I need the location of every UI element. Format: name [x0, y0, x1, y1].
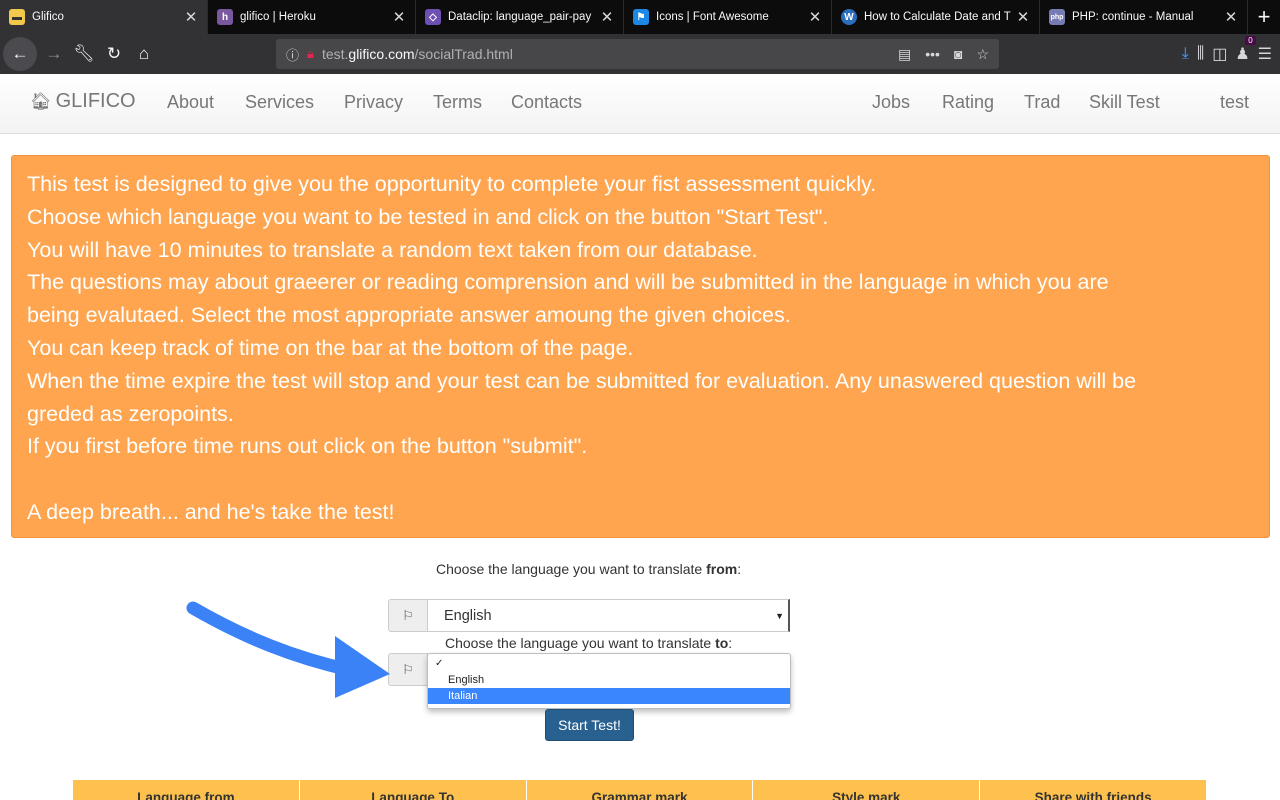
browser-tab-strip: ▬ Glifico ✕ h glifico | Heroku ✕ ◇ Datac…	[0, 0, 1280, 34]
back-arrow-icon[interactable]: ←	[3, 37, 37, 71]
close-tab-icon[interactable]: ✕	[1223, 8, 1239, 26]
from-language-label: Choose the language you want to translat…	[436, 561, 742, 577]
url-prefix: test.	[321, 46, 349, 62]
tab-title: Glifico	[32, 11, 64, 23]
table-header-cell: Style mark	[753, 780, 981, 800]
close-tab-icon[interactable]: ✕	[807, 8, 823, 26]
home-icon: 🏠︎	[30, 91, 52, 111]
home-icon[interactable]: ⌂	[129, 39, 159, 69]
url-host: glifico.com	[348, 46, 415, 62]
to-language-dropdown-list[interactable]: ✓ English Italian	[427, 653, 791, 709]
instruction-line: being evalutaed. Select the most appropr…	[27, 303, 791, 328]
browser-toolbar: ← → 🔧︎ ↻ ⌂ ⓘ 🔒︎ test. glifico.com/socialT…	[0, 34, 1280, 74]
extension-icon[interactable]: ♟ 0	[1235, 36, 1256, 64]
insecure-lock-icon[interactable]: 🔒︎	[307, 46, 314, 62]
nav-user-test[interactable]: test	[1220, 92, 1249, 113]
dropdown-option-empty[interactable]: ✓	[428, 654, 790, 672]
nav-services[interactable]: Services	[245, 92, 314, 113]
table-header-cell: Language from	[73, 780, 300, 800]
brand-name: GLIFICO	[55, 90, 136, 112]
start-test-button[interactable]: Start Test!	[545, 709, 634, 741]
dataclip-favicon-icon: ◇	[425, 9, 441, 25]
results-table-header: Language from Language To Grammar mark S…	[73, 780, 1206, 800]
nav-trad[interactable]: Trad	[1024, 92, 1060, 113]
nav-about[interactable]: About	[167, 92, 214, 113]
bookmark-star-icon[interactable]: ☆	[976, 46, 989, 63]
instruction-line: greded as zeropoints.	[27, 401, 234, 426]
checkmark-icon: ✓	[435, 658, 444, 669]
notification-count: 0	[1245, 36, 1256, 45]
nav-contacts[interactable]: Contacts	[511, 92, 582, 113]
download-icon[interactable]: ⤓	[1182, 45, 1189, 63]
new-tab-icon[interactable]: +	[1248, 0, 1280, 34]
nav-privacy[interactable]: Privacy	[344, 92, 403, 113]
browser-tab-glifico[interactable]: ▬ Glifico ✕	[0, 0, 208, 34]
instruction-line: You will have 10 minutes to translate a …	[27, 237, 758, 262]
browser-tab-fontawesome[interactable]: ⚑ Icons | Font Awesome ✕	[624, 0, 832, 34]
site-navbar: 🏠︎ GLIFICO About Services Privacy Terms …	[0, 74, 1280, 134]
browser-tab-heroku[interactable]: h glifico | Heroku ✕	[208, 0, 416, 34]
table-header-cell: Grammar mark	[527, 780, 754, 800]
reload-icon[interactable]: ↻	[99, 39, 129, 69]
info-icon[interactable]: ⓘ	[286, 45, 299, 64]
heroku-favicon-icon: h	[217, 9, 233, 25]
tab-title: Dataclip: language_pair-pay	[448, 11, 592, 23]
dropdown-option-english[interactable]: English	[428, 672, 790, 688]
browser-tab-php[interactable]: php PHP: continue - Manual ✕	[1040, 0, 1248, 34]
tab-title: How to Calculate Date and T	[864, 11, 1011, 23]
tab-title: glifico | Heroku	[240, 11, 316, 23]
nav-rating[interactable]: Rating	[942, 92, 994, 113]
reader-view-icon[interactable]: ▤	[898, 46, 911, 63]
from-language-select[interactable]: English ▼	[427, 599, 790, 632]
close-tab-icon[interactable]: ✕	[599, 8, 615, 26]
browser-tab-calculate-date[interactable]: W How to Calculate Date and T ✕	[832, 0, 1040, 34]
url-path: /socialTrad.html	[414, 46, 513, 62]
more-actions-icon[interactable]: •••	[925, 46, 940, 63]
instruction-line: Choose which language you want to be tes…	[27, 204, 829, 229]
w-favicon-icon: W	[841, 9, 857, 25]
tab-title: Icons | Font Awesome	[656, 11, 769, 23]
flag-favicon-icon: ⚑	[633, 9, 649, 25]
from-language-value: English	[444, 607, 492, 624]
instruction-closing: A deep breath... and he's take the test!	[27, 499, 395, 524]
menu-hamburger-icon[interactable]: ☰	[1258, 44, 1272, 64]
close-tab-icon[interactable]: ✕	[183, 8, 199, 26]
glifico-favicon-icon: ▬	[9, 9, 25, 25]
table-header-cell: Share with friends	[1034, 790, 1152, 800]
browser-tab-dataclip[interactable]: ◇ Dataclip: language_pair-pay ✕	[416, 0, 624, 34]
pocket-icon[interactable]: ◙	[954, 46, 962, 63]
table-header-cell: Language To	[300, 780, 527, 800]
instruction-line: This test is designed to give you the op…	[27, 172, 877, 196]
nav-skill-test[interactable]: Skill Test	[1089, 92, 1160, 113]
brand-link[interactable]: 🏠︎ GLIFICO	[30, 90, 136, 113]
annotation-arrow-icon	[186, 601, 390, 698]
toolbar-right-group: ⤓ ⫼ ◫ ♟ 0 ☰	[1182, 34, 1272, 74]
nav-jobs[interactable]: Jobs	[872, 92, 910, 113]
instructions-panel: This test is designed to give you the op…	[11, 155, 1270, 538]
close-tab-icon[interactable]: ✕	[1015, 8, 1031, 26]
sidebar-icon[interactable]: ◫	[1212, 44, 1227, 64]
nav-terms[interactable]: Terms	[433, 92, 482, 113]
instruction-line: The questions may about graeerer or read…	[27, 270, 1109, 295]
caret-down-icon: ▼	[775, 610, 784, 621]
to-language-label: Choose the language you want to translat…	[445, 635, 733, 651]
instruction-line: If you first before time runs out click …	[27, 434, 588, 459]
tab-title: PHP: continue - Manual	[1072, 11, 1194, 23]
instruction-line: When the time expire the test will stop …	[27, 368, 1137, 393]
library-icon[interactable]: ⫼	[1197, 45, 1204, 63]
instruction-line: You can keep track of time on the bar at…	[27, 335, 634, 360]
forward-arrow-icon[interactable]: →	[39, 39, 69, 69]
wrench-icon[interactable]: 🔧︎	[69, 39, 99, 69]
close-tab-icon[interactable]: ✕	[391, 8, 407, 26]
php-favicon-icon: php	[1049, 9, 1065, 25]
address-bar[interactable]: ⓘ 🔒︎ test. glifico.com/socialTrad.html ▤ …	[276, 39, 999, 69]
dropdown-option-italian[interactable]: Italian	[428, 688, 790, 704]
